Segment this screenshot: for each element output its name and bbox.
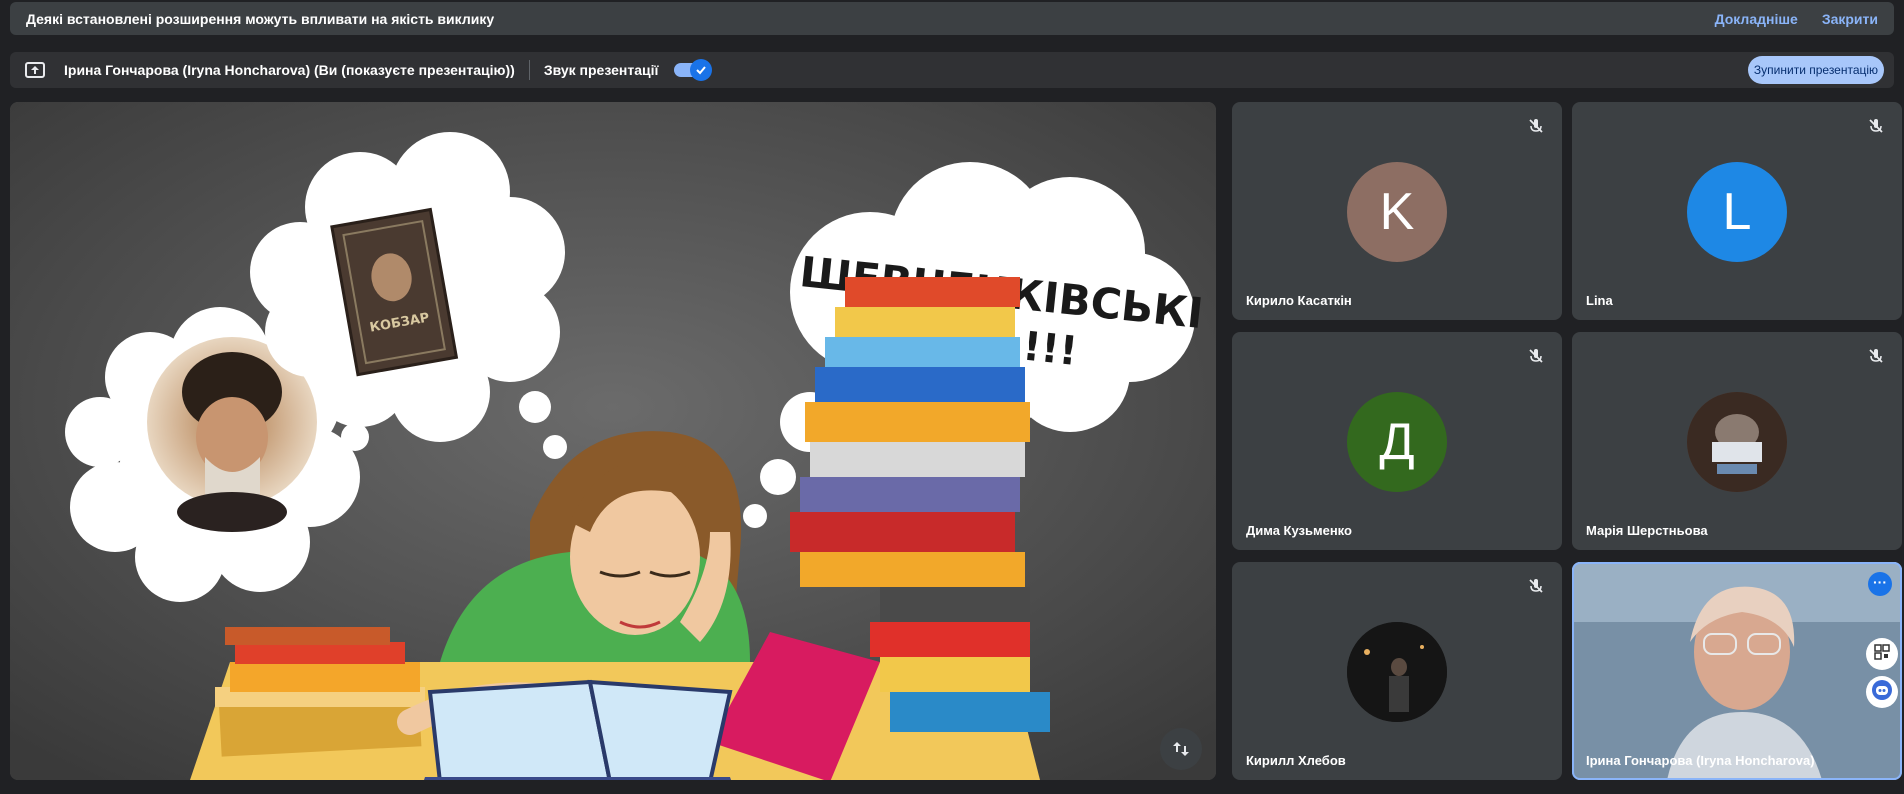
stop-presenting-button[interactable]: Зупинити презентацію	[1748, 56, 1884, 84]
participant-name: Ірина Гончарова (Iryna Honcharova)	[1586, 753, 1815, 768]
presentation-stage: КОБЗАР ШЕВЧЕНКІВСЬКІ ДНІ !!!	[10, 102, 1216, 780]
participant-tile[interactable]: K Кирило Касаткін	[1232, 102, 1562, 320]
robot-icon	[1871, 679, 1893, 706]
mic-off-icon	[1526, 116, 1546, 136]
close-banner-link[interactable]: Закрити	[1822, 11, 1878, 27]
self-video-tile[interactable]: ··· Ірина Гончарова (Iryna Honcharova)	[1572, 562, 1902, 780]
swap-vert-icon	[1171, 739, 1191, 759]
avatar-photo	[1687, 392, 1787, 492]
participant-name: Дима Кузьменко	[1246, 523, 1352, 538]
presenter-label: Ірина Гончарова (Iryna Honcharova) (Ви (…	[64, 62, 515, 78]
avatar-photo	[1347, 622, 1447, 722]
presentation-audio-label: Звук презентації	[543, 62, 659, 78]
presentation-audio-toggle[interactable]	[674, 59, 713, 81]
participant-name: Кирилл Хлебов	[1246, 753, 1346, 768]
present-screen-icon	[24, 61, 46, 79]
slide-image: КОБЗАР ШЕВЧЕНКІВСЬКІ ДНІ !!!	[10, 102, 1216, 780]
participant-name: Марія Шерстньова	[1586, 523, 1708, 538]
details-link[interactable]: Докладніше	[1715, 11, 1798, 27]
mic-off-icon	[1866, 116, 1886, 136]
divider	[528, 60, 530, 80]
avatar: Д	[1347, 392, 1447, 492]
swap-layout-button[interactable]	[1160, 728, 1202, 770]
more-options-button[interactable]: ···	[1868, 572, 1892, 596]
qr-icon	[1874, 643, 1890, 665]
check-icon	[690, 59, 713, 81]
mic-off-icon	[1526, 346, 1546, 366]
avatar: L	[1687, 162, 1787, 262]
self-video	[1572, 562, 1902, 780]
participant-tile[interactable]: Д Дима Кузьменко	[1232, 332, 1562, 550]
participant-tile[interactable]: Марія Шерстньова	[1572, 332, 1902, 550]
banner-text: Деякі встановлені розширення можуть впли…	[26, 10, 495, 27]
avatar: K	[1347, 162, 1447, 262]
participant-name: Кирило Касаткін	[1246, 293, 1352, 308]
participant-tile[interactable]: Кирилл Хлебов	[1232, 562, 1562, 780]
participant-tile[interactable]: L Lina	[1572, 102, 1902, 320]
participant-name: Lina	[1586, 293, 1613, 308]
extension-fab-qr[interactable]	[1866, 638, 1898, 670]
mic-off-icon	[1866, 346, 1886, 366]
mic-off-icon	[1526, 576, 1546, 596]
extension-warning-banner: Деякі встановлені розширення можуть впли…	[10, 2, 1894, 35]
open-book	[424, 679, 733, 780]
presentation-bar: Ірина Гончарова (Iryna Honcharova) (Ви (…	[10, 52, 1894, 88]
extension-fab-bot[interactable]	[1866, 676, 1898, 708]
left-book-stack	[215, 627, 425, 757]
